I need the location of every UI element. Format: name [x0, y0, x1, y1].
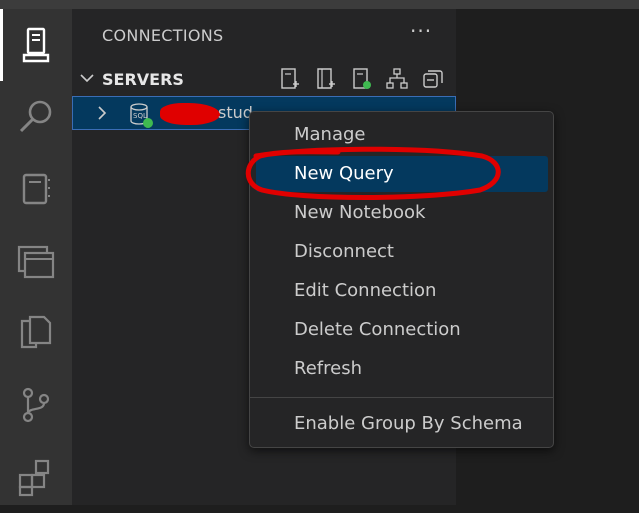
- source-control-icon: [22, 387, 50, 423]
- sql-database-icon: SQL: [130, 103, 153, 128]
- chevron-right-icon[interactable]: [95, 106, 109, 120]
- windows-icon: [17, 245, 55, 279]
- extensions-icon: [18, 459, 50, 497]
- menu-item-refresh[interactable]: Refresh: [256, 351, 548, 387]
- server-context-menu: Manage New Query New Notebook Disconnect…: [249, 111, 554, 448]
- servers-label: SERVERS: [102, 70, 184, 89]
- active-connections-icon[interactable]: [349, 67, 373, 91]
- servers-section-header[interactable]: SERVERS: [72, 67, 456, 93]
- collapse-all-icon[interactable]: [421, 67, 445, 91]
- activity-bar: [0, 9, 72, 505]
- menu-item-label: New Query: [294, 163, 394, 184]
- files-icon: [20, 315, 52, 349]
- new-server-group-icon[interactable]: [313, 67, 337, 91]
- menu-item-label: Disconnect: [294, 241, 394, 262]
- activity-search[interactable]: [0, 81, 72, 153]
- menu-item-enable-group-by-schema[interactable]: Enable Group By Schema: [256, 406, 548, 442]
- activity-explorer[interactable]: [0, 297, 72, 369]
- group-hierarchy-icon[interactable]: [385, 67, 409, 91]
- activity-connections[interactable]: [0, 9, 72, 81]
- server-icon: [22, 27, 50, 63]
- activity-source-control[interactable]: [0, 369, 72, 441]
- chevron-down-icon: [80, 74, 94, 83]
- menu-item-new-query[interactable]: New Query: [256, 156, 548, 192]
- menu-item-new-notebook[interactable]: New Notebook: [256, 195, 548, 231]
- activity-extensions[interactable]: [0, 441, 72, 513]
- activity-notebooks[interactable]: [0, 153, 72, 225]
- menu-item-label: Manage: [294, 124, 366, 145]
- menu-item-edit-connection[interactable]: Edit Connection: [256, 273, 548, 309]
- activity-tabs[interactable]: [0, 225, 72, 297]
- redaction-mark: [160, 103, 220, 125]
- sidebar-title: CONNECTIONS: [102, 26, 224, 45]
- menu-item-label: Refresh: [294, 358, 362, 379]
- menu-item-delete-connection[interactable]: Delete Connection: [256, 312, 548, 348]
- more-actions-icon[interactable]: ···: [410, 21, 434, 45]
- search-icon: [19, 100, 52, 133]
- menu-item-disconnect[interactable]: Disconnect: [256, 234, 548, 270]
- menu-item-manage[interactable]: Manage: [256, 117, 548, 153]
- title-bar-strip: [0, 0, 639, 9]
- svg-text:SQL: SQL: [133, 112, 147, 120]
- menu-item-label: Edit Connection: [294, 280, 437, 301]
- server-name: stud: [218, 103, 253, 122]
- menu-item-label: Delete Connection: [294, 319, 461, 340]
- new-connection-icon[interactable]: [277, 67, 301, 91]
- menu-item-label: Enable Group By Schema: [294, 413, 523, 434]
- active-indicator: [0, 9, 3, 81]
- notebook-icon: [22, 173, 50, 205]
- menu-separator: [250, 397, 553, 398]
- menu-item-label: New Notebook: [294, 202, 426, 223]
